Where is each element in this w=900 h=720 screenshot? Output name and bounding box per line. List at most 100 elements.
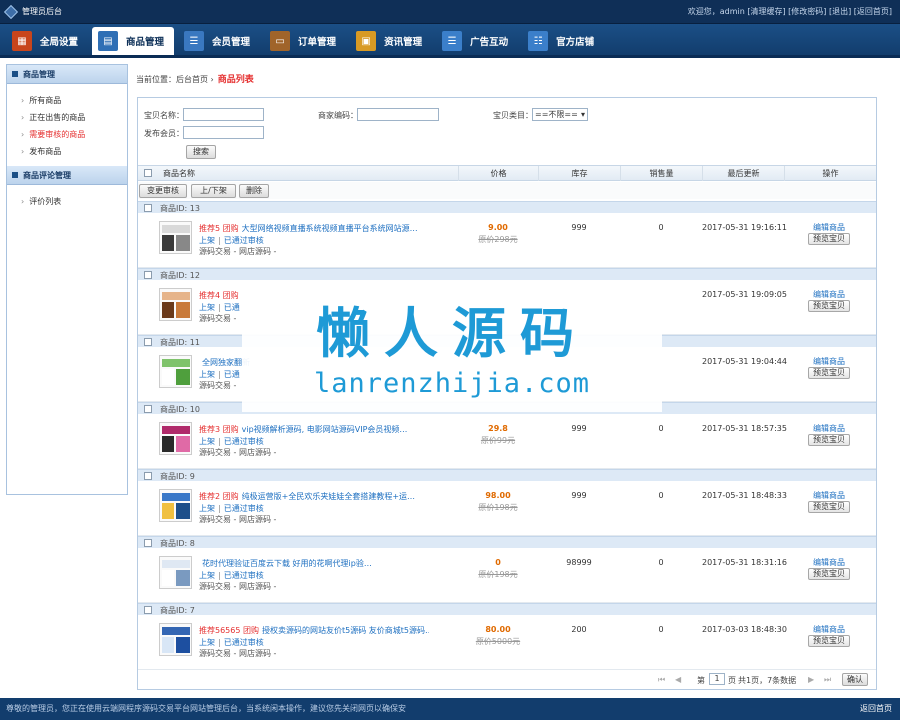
edit-product-link[interactable]: 编辑商品 bbox=[784, 624, 874, 635]
product-name[interactable]: 花时代理验证百度云下载 好用的花啊代理ip验… bbox=[202, 559, 372, 568]
sidebar-item-all-products[interactable]: 所有商品 bbox=[21, 92, 127, 109]
product-thumbnail[interactable] bbox=[159, 489, 192, 522]
product-thumbnail[interactable] bbox=[159, 221, 192, 254]
breadcrumb-prefix[interactable]: 当前位置：后台首页 › bbox=[136, 75, 214, 84]
sidebar-item-on-sale[interactable]: 正在出售的商品 bbox=[21, 109, 127, 126]
sidebar-item-pending-review[interactable]: 需要审核的商品 bbox=[21, 126, 127, 143]
shelf-status[interactable]: 上架 bbox=[199, 571, 215, 580]
shelf-status[interactable]: 上架 bbox=[199, 504, 215, 513]
last-updated: 2017-05-31 19:16:11 bbox=[702, 223, 787, 232]
delete-button[interactable]: 删除 bbox=[239, 184, 269, 198]
preview-button[interactable]: 预览宝贝 bbox=[808, 434, 850, 446]
toggle-shelf-button[interactable]: 上/下架 bbox=[191, 184, 236, 198]
store-icon: ☷ bbox=[528, 31, 549, 51]
row-checkbox[interactable] bbox=[144, 606, 152, 614]
last-updated: 2017-05-31 19:09:05 bbox=[702, 290, 787, 299]
top-links[interactable]: 欢迎您，admin [清理缓存] [修改密码] [退出] [返回首页] bbox=[688, 6, 892, 17]
audit-status[interactable]: 已通过审核 bbox=[224, 437, 264, 446]
product-thumbnail[interactable] bbox=[159, 556, 192, 589]
edit-product-link[interactable]: 编辑商品 bbox=[784, 356, 874, 367]
audit-status[interactable]: 已通 bbox=[224, 303, 240, 312]
product-title[interactable]: 花时代理验证百度云下载 好用的花啊代理ip验… bbox=[199, 558, 429, 569]
product-thumbnail[interactable] bbox=[159, 623, 192, 656]
preview-button[interactable]: 预览宝贝 bbox=[808, 568, 850, 580]
product-thumbnail[interactable] bbox=[159, 422, 192, 455]
product-source: 源码交易 - 网店源码 - bbox=[199, 515, 277, 524]
category-select[interactable]: ==不限== ▾ bbox=[532, 108, 588, 121]
audit-status[interactable]: 已通过审核 bbox=[224, 504, 264, 513]
sidebar-item-publish[interactable]: 发布商品 bbox=[21, 143, 127, 160]
breadcrumb: 当前位置：后台首页 › 商品列表 bbox=[136, 72, 254, 85]
product-name[interactable]: 授权卖源码的网站友价t5源码 友价商城t5源码… bbox=[262, 626, 429, 635]
nav-order-management[interactable]: ▭ 订单管理 bbox=[264, 27, 346, 55]
product-title[interactable]: 推荐56565 团购 授权卖源码的网站友价t5源码 友价商城t5源码… bbox=[199, 625, 429, 636]
preview-button[interactable]: 预览宝贝 bbox=[808, 635, 850, 647]
sidebar-section-header[interactable]: 商品评论管理 bbox=[7, 166, 127, 185]
page-input[interactable]: 1 bbox=[709, 673, 725, 685]
footer-back-link[interactable]: 返回首页 bbox=[860, 698, 892, 720]
table-row: 花时代理验证百度云下载 好用的花啊代理ip验… 上架 | 已通过审核 源码交易 - 网店… bbox=[138, 548, 876, 603]
shelf-status[interactable]: 上架 bbox=[199, 236, 215, 245]
sidebar-item-reviews[interactable]: 评价列表 bbox=[21, 193, 127, 210]
shelf-status[interactable]: 上架 bbox=[199, 370, 215, 379]
audit-status[interactable]: 已通 bbox=[224, 370, 240, 379]
edit-product-link[interactable]: 编辑商品 bbox=[784, 557, 874, 568]
row-checkbox[interactable] bbox=[144, 338, 152, 346]
search-button[interactable]: 搜索 bbox=[186, 145, 216, 159]
preview-button[interactable]: 预览宝贝 bbox=[808, 300, 850, 312]
prev-page-icon[interactable]: ◀ bbox=[675, 675, 681, 684]
nav-official-store[interactable]: ☷ 官方店铺 bbox=[522, 27, 604, 55]
top-links-text[interactable]: 欢迎您，admin [清理缓存] [修改密码] [退出] [返回首页] bbox=[688, 6, 892, 17]
change-review-button[interactable]: 变更审核 bbox=[139, 184, 187, 198]
shelf-status[interactable]: 上架 bbox=[199, 303, 215, 312]
product-name[interactable]: vip视频解析源码, 电影网站源码VIP会员视频… bbox=[242, 425, 408, 434]
preview-button[interactable]: 预览宝贝 bbox=[808, 501, 850, 513]
audit-status[interactable]: 已通过审核 bbox=[224, 571, 264, 580]
edit-product-link[interactable]: 编辑商品 bbox=[784, 490, 874, 501]
promo-tags: 推荐5 团购 bbox=[199, 224, 239, 233]
preview-button[interactable]: 预览宝贝 bbox=[808, 367, 850, 379]
product-title[interactable]: 推荐5 团购 大型网络视频直播系统视频直播平台系统网站源… bbox=[199, 223, 429, 234]
order-icon: ▭ bbox=[270, 31, 291, 51]
product-status: 上架 | 已通过审核 bbox=[199, 571, 264, 580]
row-checkbox[interactable] bbox=[144, 539, 152, 547]
nav-global-settings[interactable]: ▦ 全局设置 bbox=[6, 27, 88, 55]
promo-tags: 推荐4 团购 bbox=[199, 291, 239, 300]
edit-product-link[interactable]: 编辑商品 bbox=[784, 289, 874, 300]
last-page-icon[interactable]: ⏭ bbox=[824, 675, 831, 685]
product-thumbnail[interactable] bbox=[159, 288, 192, 321]
seller-code-input[interactable] bbox=[357, 108, 439, 121]
product-name[interactable]: 大型网络视频直播系统视频直播平台系统网站源… bbox=[242, 224, 418, 233]
product-source: 源码交易 - bbox=[199, 314, 237, 323]
publisher-input[interactable] bbox=[183, 126, 264, 139]
nav-member-management[interactable]: ☰ 会员管理 bbox=[178, 27, 260, 55]
row-checkbox[interactable] bbox=[144, 204, 152, 212]
nav-news-management[interactable]: ▣ 资讯管理 bbox=[350, 27, 432, 55]
edit-product-link[interactable]: 编辑商品 bbox=[784, 423, 874, 434]
row-checkbox[interactable] bbox=[144, 405, 152, 413]
product-title[interactable]: 推荐3 团购 vip视频解析源码, 电影网站源码VIP会员视频… bbox=[199, 424, 429, 435]
shelf-status[interactable]: 上架 bbox=[199, 638, 215, 647]
sold-count: 0 bbox=[658, 223, 664, 232]
edit-product-link[interactable]: 编辑商品 bbox=[784, 222, 874, 233]
row-checkbox[interactable] bbox=[144, 472, 152, 480]
confirm-button[interactable]: 确认 bbox=[842, 673, 868, 686]
sold-count: 0 bbox=[658, 424, 664, 433]
sidebar-section-header[interactable]: 商品管理 bbox=[7, 65, 127, 84]
shelf-status[interactable]: 上架 bbox=[199, 437, 215, 446]
product-thumbnail[interactable] bbox=[159, 355, 192, 388]
product-title[interactable]: 推荐2 团购 纯极运营版+全民欢乐夹娃娃全套搭建教程+运… bbox=[199, 491, 429, 502]
product-name-input[interactable] bbox=[183, 108, 264, 121]
preview-button[interactable]: 预览宝贝 bbox=[808, 233, 850, 245]
next-page-icon[interactable]: ▶ bbox=[808, 675, 814, 684]
audit-status[interactable]: 已通过审核 bbox=[224, 638, 264, 647]
audit-status[interactable]: 已通过审核 bbox=[224, 236, 264, 245]
product-name[interactable]: 纯极运营版+全民欢乐夹娃娃全套搭建教程+运… bbox=[242, 492, 415, 501]
nav-ads[interactable]: ☰ 广告互动 bbox=[436, 27, 518, 55]
nav-product-management[interactable]: ▤ 商品管理 bbox=[92, 27, 175, 55]
product-group-header: 商品ID: 8 bbox=[138, 536, 876, 548]
sidebar: 商品管理 所有商品 正在出售的商品 需要审核的商品 发布商品 商品评论管理 评价… bbox=[6, 64, 128, 495]
row-checkbox[interactable] bbox=[144, 271, 152, 279]
select-all-checkbox[interactable] bbox=[144, 169, 152, 177]
first-page-icon[interactable]: ⏮ bbox=[658, 675, 665, 685]
